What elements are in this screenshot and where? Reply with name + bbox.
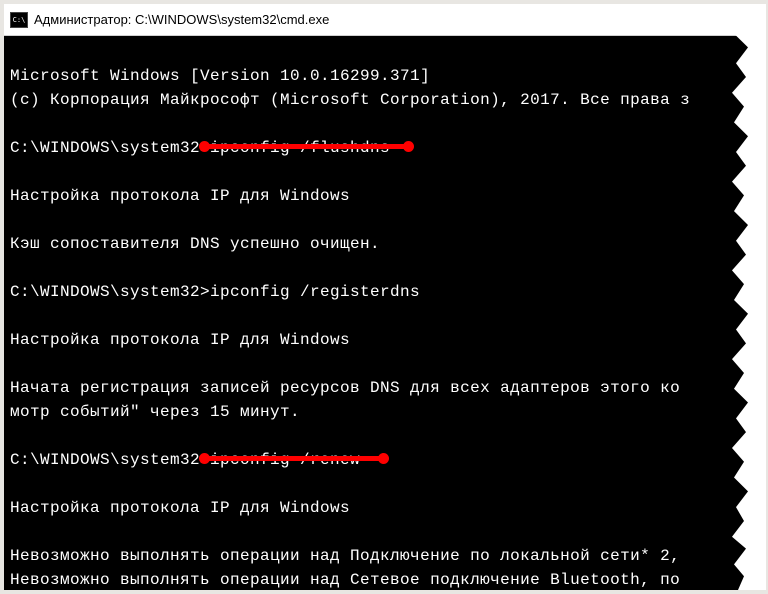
annotation-underline-2: [204, 456, 384, 461]
console-line: Microsoft Windows [Version 10.0.16299.37…: [10, 67, 430, 85]
titlebar[interactable]: C:\ Администратор: C:\WINDOWS\system32\c…: [4, 4, 764, 36]
annotation-underline-1: [204, 144, 409, 149]
console-output[interactable]: Microsoft Windows [Version 10.0.16299.37…: [4, 36, 764, 590]
console-line: (c) Корпорация Майкрософт (Microsoft Cor…: [10, 91, 690, 109]
console-line: Настройка протокола IP для Windows: [10, 187, 350, 205]
window-title: Администратор: C:\WINDOWS\system32\cmd.e…: [34, 12, 329, 27]
console-line: Настройка протокола IP для Windows: [10, 331, 350, 349]
console-line: Невозможно выполнять операции над Подклю…: [10, 547, 680, 565]
cmd-window: C:\ Администратор: C:\WINDOWS\system32\c…: [0, 0, 768, 594]
console-line: C:\WINDOWS\system32>ipconfig /registerdn…: [10, 283, 420, 301]
console-line: Невозможно выполнять операции над Сетево…: [10, 571, 680, 589]
console-line: мотр событий" через 15 минут.: [10, 403, 300, 421]
console-line: Начата регистрация записей ресурсов DNS …: [10, 379, 680, 397]
console-line: Настройка протокола IP для Windows: [10, 499, 350, 517]
cmd-icon: C:\: [10, 12, 28, 28]
console-line: Кэш сопоставителя DNS успешно очищен.: [10, 235, 380, 253]
